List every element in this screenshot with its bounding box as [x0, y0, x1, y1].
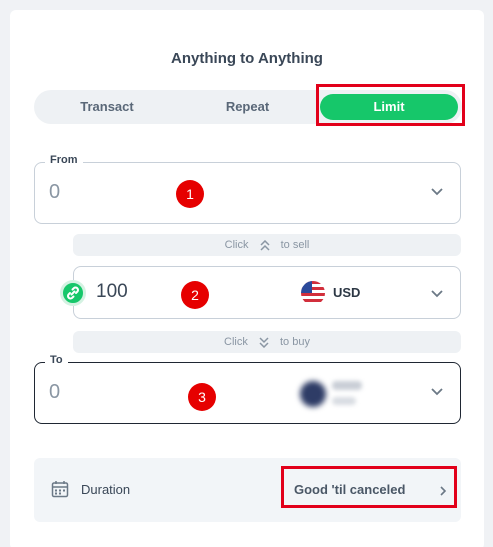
buy-hint-suffix: to buy — [280, 336, 310, 348]
annotation-marker-3: 3 — [188, 383, 216, 411]
exchange-card: Anything to Anything Transact Repeat Lim… — [10, 10, 484, 547]
double-chevron-down-icon — [259, 337, 269, 348]
duration-row[interactable]: Duration Good 'til canceled — [34, 458, 461, 522]
double-chevron-up-icon — [260, 239, 270, 251]
duration-value[interactable]: Good 'til canceled — [294, 482, 405, 497]
sell-hint-prefix: Click — [224, 239, 249, 251]
chevron-down-icon[interactable] — [430, 185, 444, 199]
chevron-right-icon[interactable] — [438, 485, 448, 497]
chevron-down-icon[interactable] — [430, 287, 444, 301]
token-icon — [300, 381, 326, 407]
page-title: Anything to Anything — [171, 50, 323, 67]
calendar-icon — [51, 481, 69, 498]
buy-hint[interactable]: Click to buy — [73, 331, 461, 353]
tab-limit[interactable]: Limit — [320, 94, 458, 120]
annotation-marker-1: 1 — [176, 180, 204, 208]
sell-hint-suffix: to sell — [280, 239, 310, 251]
duration-label: Duration — [81, 482, 131, 497]
buy-hint-prefix: Click — [224, 336, 248, 348]
token-selector[interactable] — [298, 377, 368, 411]
to-field[interactable]: To 0 — [34, 354, 461, 424]
tab-repeat[interactable]: Repeat — [180, 90, 315, 124]
token-sub-redacted — [332, 397, 356, 405]
token-name-redacted — [332, 381, 362, 390]
from-value: 0 — [49, 181, 61, 203]
annotation-marker-2: 2 — [181, 281, 209, 309]
to-value: 0 — [49, 381, 61, 403]
us-flag-icon — [301, 281, 325, 305]
sell-hint[interactable]: Click to sell — [73, 234, 461, 256]
currency-code[interactable]: USD — [333, 285, 360, 300]
link-icon[interactable] — [60, 280, 86, 306]
amount-value[interactable]: 100 — [96, 281, 128, 303]
to-label: To — [45, 354, 68, 366]
mode-tabs: Transact Repeat Limit — [34, 90, 462, 124]
tab-transact[interactable]: Transact — [34, 90, 180, 124]
chevron-down-icon[interactable] — [430, 385, 444, 399]
from-field[interactable]: From 0 — [34, 154, 461, 224]
amount-field[interactable]: 100 USD — [73, 266, 461, 319]
from-label: From — [45, 154, 83, 166]
